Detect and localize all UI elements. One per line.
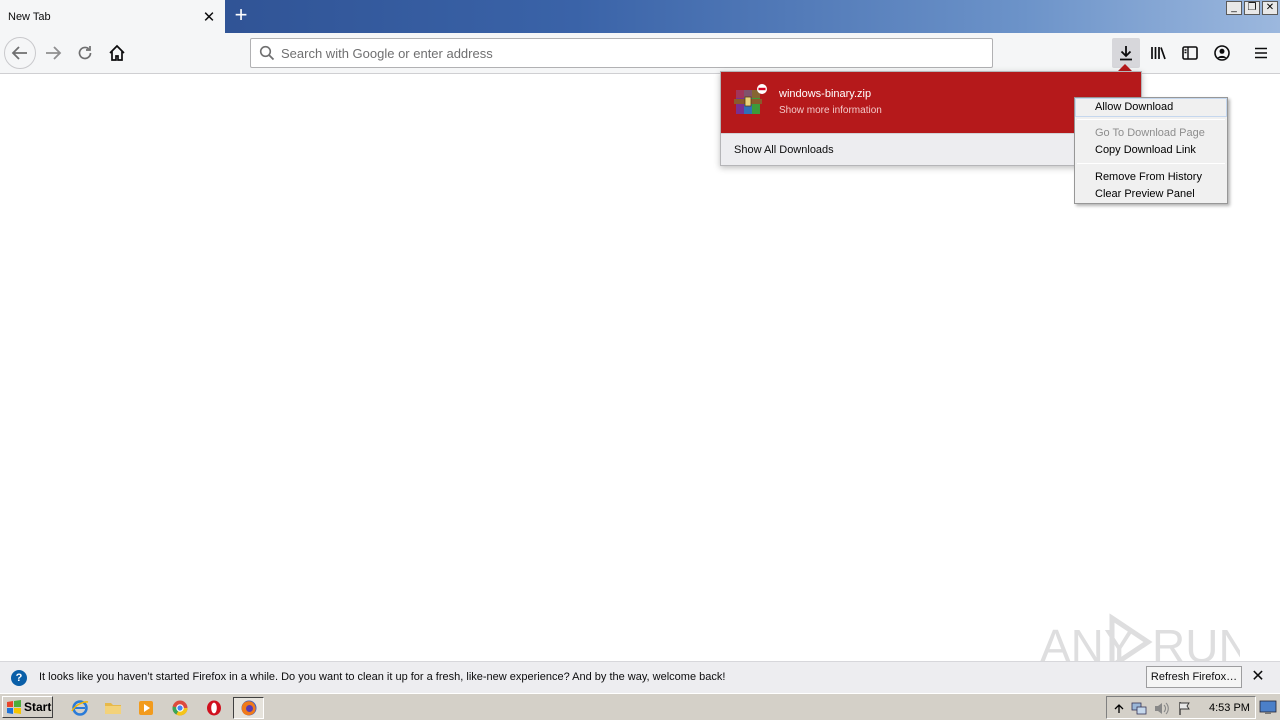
download-status-text: Show more information: [779, 105, 882, 116]
download-context-menu: Allow Download Go To Download Page Copy …: [1074, 97, 1228, 204]
internet-explorer-icon: [71, 700, 89, 716]
taskbar-file-explorer[interactable]: [102, 697, 124, 719]
menu-separator: [1077, 163, 1225, 164]
hamburger-menu-icon: [1255, 47, 1267, 59]
account-button[interactable]: [1208, 38, 1236, 68]
forward-button[interactable]: [37, 37, 69, 69]
tab-close-icon[interactable]: ✕: [201, 9, 217, 26]
refresh-firefox-button[interactable]: Refresh Firefox…: [1146, 666, 1242, 688]
library-icon: [1151, 47, 1166, 60]
taskbar-opera[interactable]: [203, 697, 225, 719]
network-icon[interactable]: [1131, 701, 1147, 716]
archive-file-icon: [734, 84, 767, 114]
volume-icon[interactable]: [1153, 701, 1169, 716]
close-window-button[interactable]: ✕: [1262, 1, 1278, 15]
show-all-downloads-button[interactable]: Show All Downloads: [734, 144, 834, 156]
refresh-firefox-notification: ? It looks like you haven’t started Fire…: [0, 661, 1280, 693]
home-button[interactable]: [101, 37, 133, 69]
opera-icon: [207, 700, 221, 716]
system-tray: 4:53 PM: [1106, 696, 1256, 719]
taskbar-internet-explorer[interactable]: [69, 697, 91, 719]
windows-logo-icon: [7, 700, 21, 714]
info-icon: ?: [11, 670, 27, 686]
windows-taskbar: Start 4:53 PM: [0, 693, 1280, 720]
arrow-left-icon: [11, 46, 27, 60]
tab-title: New Tab: [8, 10, 51, 23]
minimize-button[interactable]: _: [1226, 1, 1242, 15]
search-icon: [259, 45, 275, 61]
taskbar-chrome[interactable]: [169, 697, 191, 719]
show-desktop-icon[interactable]: [1259, 698, 1277, 716]
account-icon: [1214, 45, 1230, 61]
title-bar: New Tab ✕ + _ ❐ ✕: [0, 0, 1280, 33]
menu-item-allow-download[interactable]: Allow Download: [1075, 98, 1227, 117]
reload-icon: [78, 46, 92, 60]
url-bar[interactable]: [250, 38, 993, 68]
sidebar-icon: [1182, 46, 1198, 60]
media-player-icon: [139, 701, 153, 715]
window-controls: _ ❐ ✕: [1226, 1, 1278, 15]
chrome-icon: [172, 700, 188, 716]
tab-new-tab[interactable]: New Tab ✕: [0, 0, 225, 33]
search-input[interactable]: [281, 45, 961, 61]
library-button[interactable]: [1144, 38, 1172, 68]
sidebar-button[interactable]: [1176, 38, 1204, 68]
restore-button[interactable]: ❐: [1244, 1, 1260, 15]
arrow-right-icon: [46, 46, 62, 60]
new-tab-button[interactable]: +: [229, 4, 253, 27]
folder-icon: [105, 703, 121, 714]
menu-item-clear-preview-panel[interactable]: Clear Preview Panel: [1076, 186, 1226, 203]
download-file-name: windows-binary.zip: [779, 88, 872, 100]
home-icon: [109, 44, 125, 61]
navigation-toolbar: [0, 33, 1280, 74]
start-button[interactable]: Start: [2, 696, 53, 718]
notification-message: It looks like you haven’t started Firefo…: [39, 671, 726, 683]
back-button[interactable]: [4, 37, 36, 69]
taskbar-firefox[interactable]: [233, 697, 264, 719]
start-label: Start: [24, 700, 52, 714]
taskbar-media-player[interactable]: [135, 697, 157, 719]
menu-item-copy-download-link[interactable]: Copy Download Link: [1076, 142, 1226, 159]
chevron-up-icon[interactable]: [1111, 701, 1127, 716]
menu-item-remove-from-history[interactable]: Remove From History: [1076, 169, 1226, 186]
firefox-icon: [241, 700, 256, 716]
action-center-flag-icon[interactable]: [1177, 701, 1193, 716]
reload-button[interactable]: [69, 37, 101, 69]
open-menu-button[interactable]: [1247, 38, 1275, 68]
notification-close-icon[interactable]: ✕: [1250, 669, 1266, 685]
menu-separator: [1077, 119, 1225, 120]
download-icon: [1120, 46, 1132, 61]
taskbar-clock[interactable]: 4:53 PM: [1209, 702, 1250, 714]
menu-item-go-to-download-page[interactable]: Go To Download Page: [1076, 125, 1226, 142]
